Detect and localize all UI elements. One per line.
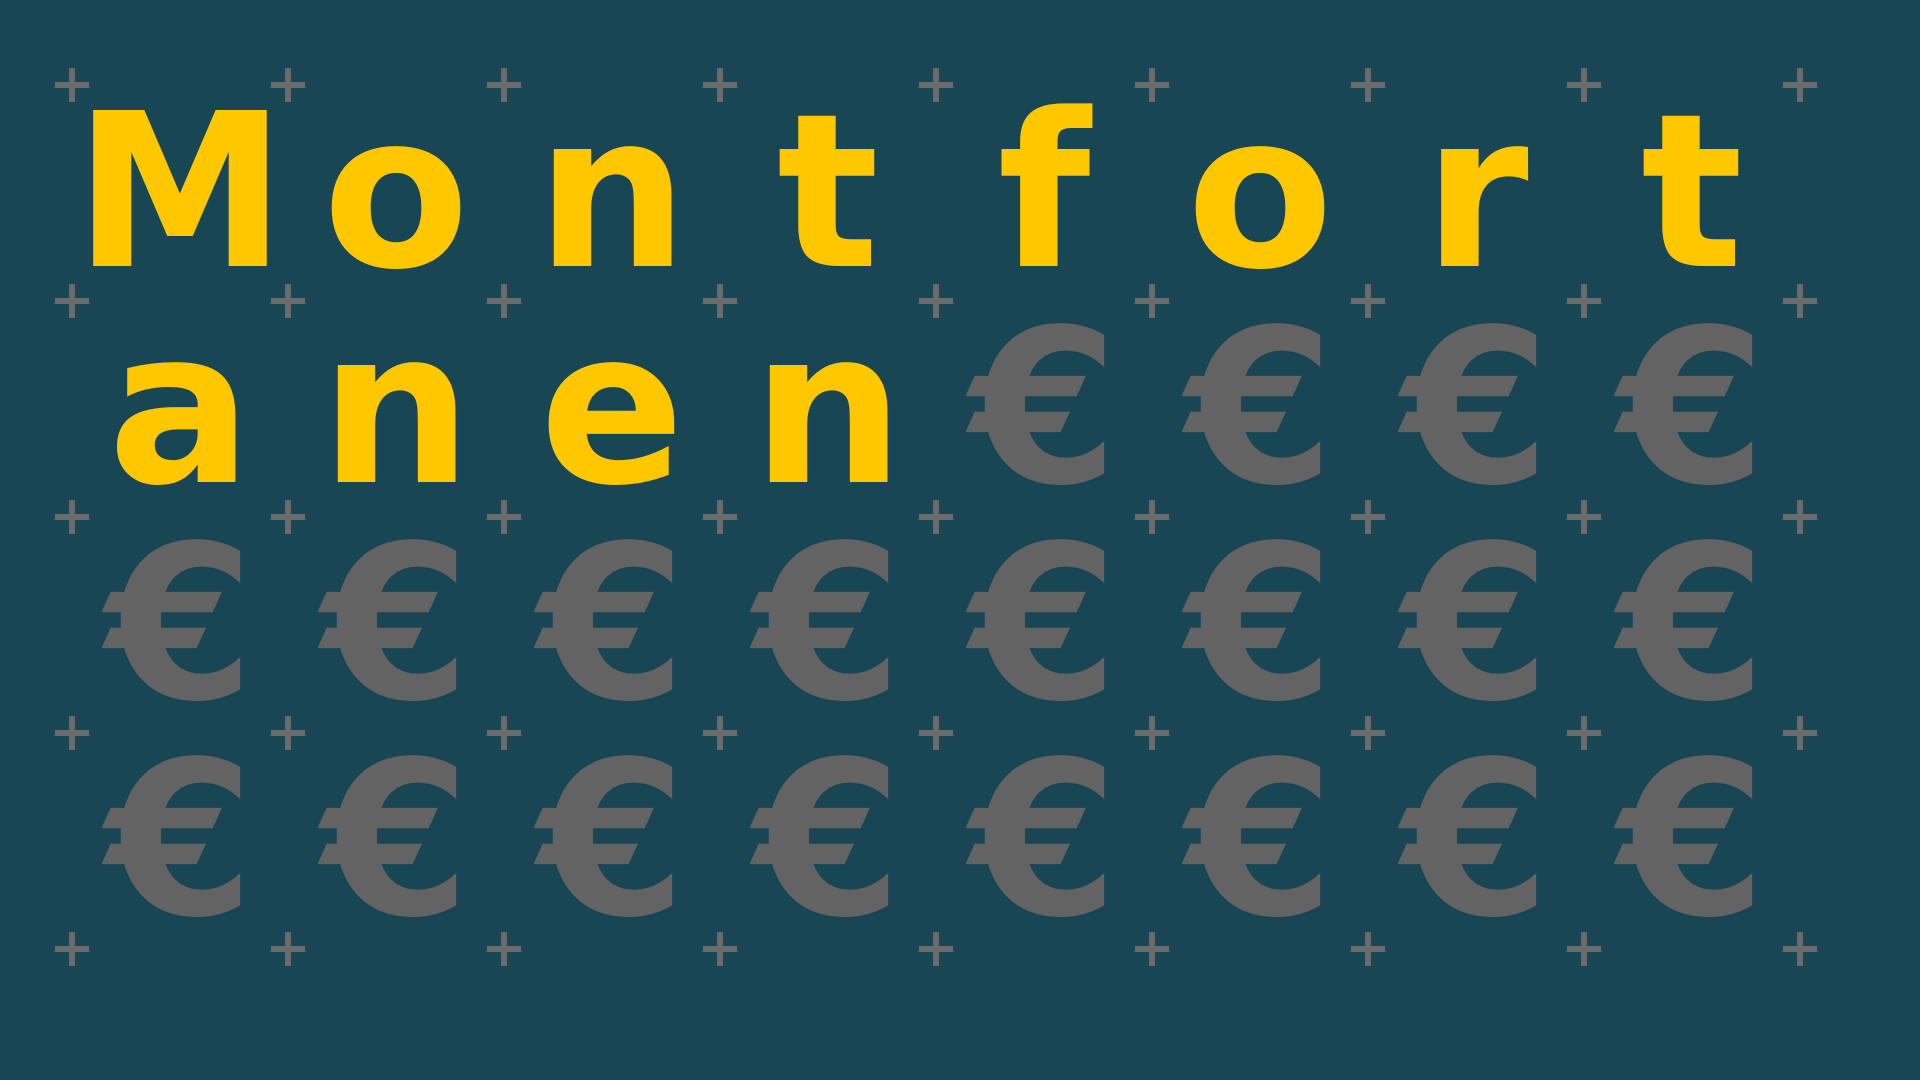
letter-glyph: o — [322, 68, 470, 317]
letter-glyph: r — [1423, 68, 1529, 317]
euro-glyph: € — [105, 716, 255, 965]
euro-glyph: € — [969, 716, 1119, 965]
euro-glyph: € — [969, 500, 1119, 749]
letter-glyph: n — [751, 284, 905, 533]
letter-glyph: e — [539, 284, 685, 533]
euro-glyph: € — [321, 500, 471, 749]
letter-glyph: M — [73, 68, 287, 317]
euro-glyph: € — [1401, 716, 1551, 965]
euro-glyph: € — [537, 716, 687, 965]
letter-glyph: n — [319, 284, 473, 533]
euro-glyph: € — [1617, 716, 1767, 965]
euro-glyph: € — [105, 500, 255, 749]
euro-glyph: € — [1617, 284, 1767, 533]
euro-glyph: € — [1401, 284, 1551, 533]
poster-canvas: Mo n t f o r t a n e n € € € € € € € € € € € € € € € € € € € € — [0, 0, 1920, 1080]
glyph-grid: Mo n t f o r t a n e n € € € € € € € € € € € € € € € € € € € € — [0, 0, 1920, 1080]
euro-glyph: € — [321, 716, 471, 965]
euro-glyph: € — [1185, 284, 1335, 533]
letter-glyph: n — [535, 68, 689, 317]
letter-glyph: a — [107, 284, 253, 533]
euro-glyph: € — [1185, 500, 1335, 749]
euro-glyph: € — [969, 284, 1119, 533]
letter-glyph: o — [1186, 68, 1334, 317]
euro-glyph: € — [1401, 500, 1551, 749]
letter-glyph: t — [1640, 68, 1744, 317]
euro-glyph: € — [1185, 716, 1335, 965]
letter-glyph: t — [776, 68, 880, 317]
euro-glyph: € — [1617, 500, 1767, 749]
euro-glyph: € — [537, 500, 687, 749]
euro-glyph: € — [753, 500, 903, 749]
euro-glyph: € — [753, 716, 903, 965]
letter-glyph: f — [997, 68, 1091, 317]
